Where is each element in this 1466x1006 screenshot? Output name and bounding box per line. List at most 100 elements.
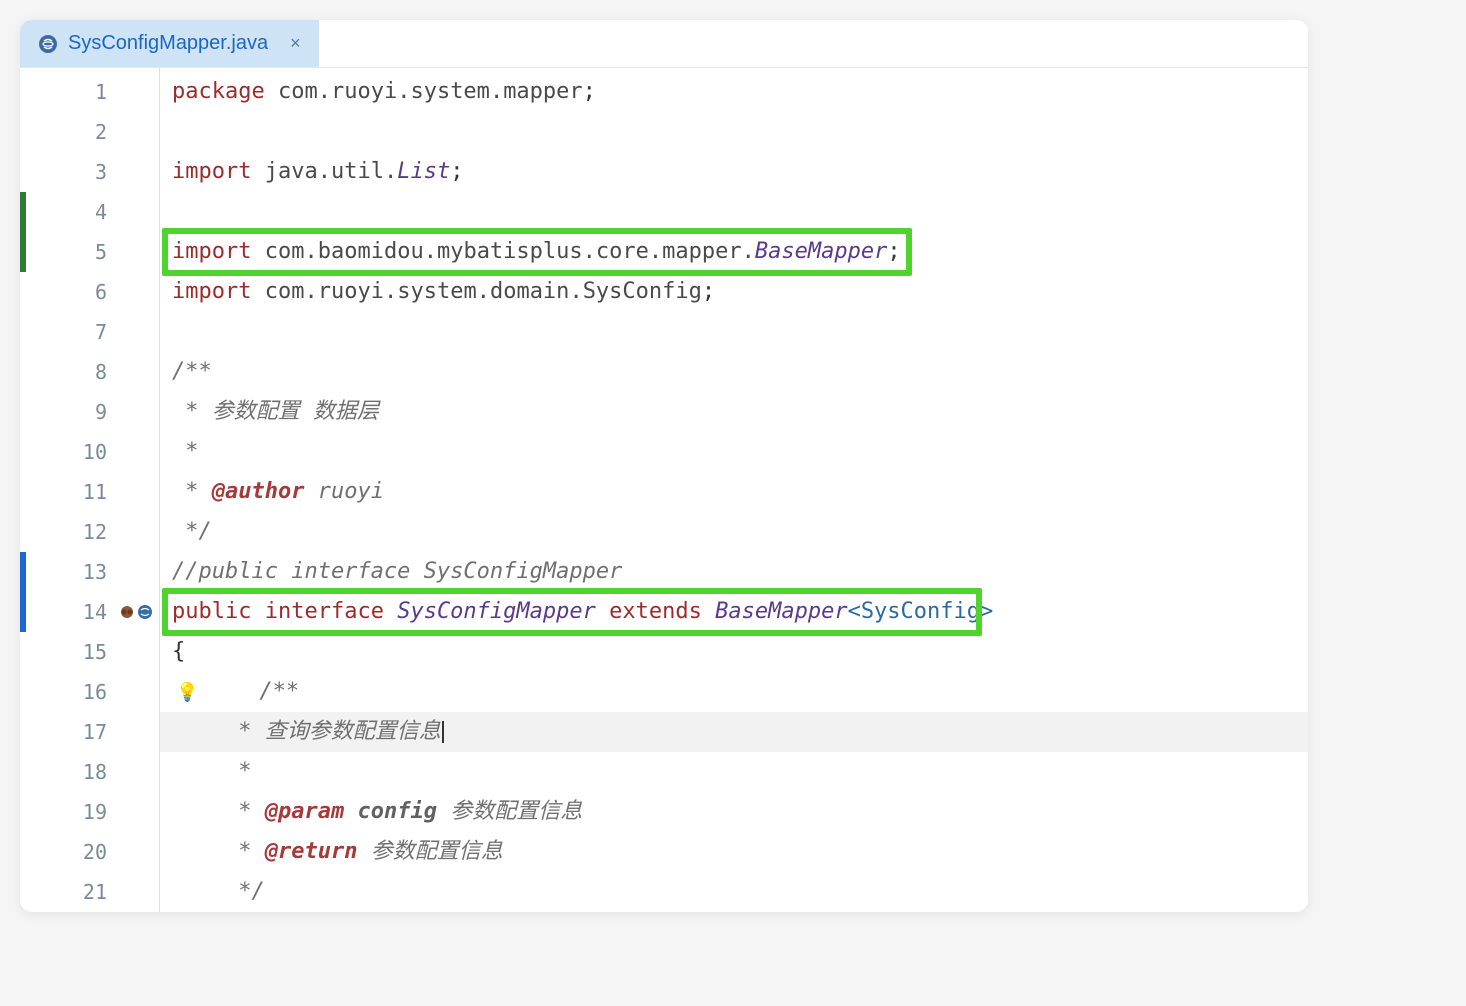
token-javadoc-val: 参数配置信息 xyxy=(450,799,582,824)
code-line[interactable]: * 参数配置 数据层 xyxy=(160,392,1308,432)
line-number: 12 xyxy=(83,520,107,544)
code-line[interactable] xyxy=(160,192,1308,232)
token-comment: */ xyxy=(172,519,212,544)
token-kw: public xyxy=(172,599,251,624)
token-end-type: List xyxy=(397,159,450,184)
gutter-line: 18 xyxy=(20,752,159,792)
gutter-line: 16 xyxy=(20,672,159,712)
token-javadoc-val: ruoyi xyxy=(318,479,384,504)
line-number: 20 xyxy=(83,840,107,864)
tab-filename: SysConfigMapper.java xyxy=(68,32,268,55)
gutter-line: 15 xyxy=(20,632,159,672)
gutter-line: 1 xyxy=(20,72,159,112)
line-number: 21 xyxy=(83,880,107,904)
code-line[interactable]: { xyxy=(160,632,1308,672)
token-kw: import xyxy=(172,159,251,184)
code-line[interactable]: * 查询参数配置信息 xyxy=(160,712,1308,752)
gutter-line: 20 xyxy=(20,832,159,872)
gutter-line: 5 xyxy=(20,232,159,272)
token-pkg-dot: . xyxy=(649,239,662,264)
line-number: 1 xyxy=(95,80,107,104)
gutter-line: 4 xyxy=(20,192,159,232)
gutter-line: 8 xyxy=(20,352,159,392)
token-pkg: ruoyi xyxy=(331,79,397,104)
token-comment: */ xyxy=(238,879,265,904)
token-pkg: com xyxy=(265,279,305,304)
change-marker xyxy=(20,192,26,232)
token-pkg: baomidou xyxy=(318,239,424,264)
editor-body: 123456789101112131415161718192021 packag… xyxy=(20,68,1308,912)
change-marker xyxy=(20,552,26,592)
code-line[interactable]: 💡 /** xyxy=(160,672,1308,712)
gutter-line: 6 xyxy=(20,272,159,312)
line-number: 17 xyxy=(83,720,107,744)
token-pkg: util xyxy=(331,159,384,184)
file-tab[interactable]: SysConfigMapper.java × xyxy=(20,20,319,67)
gutter-run-icons[interactable] xyxy=(119,604,153,620)
line-number: 15 xyxy=(83,640,107,664)
line-number: 6 xyxy=(95,280,107,304)
code-line[interactable]: import com.baomidou.mybatisplus.core.map… xyxy=(160,232,1308,272)
token-pkg: mybatisplus xyxy=(437,239,583,264)
token-semi: ; xyxy=(450,159,463,184)
token-comment: * 查询参数配置信息 xyxy=(238,719,441,744)
code-line[interactable]: * xyxy=(160,432,1308,472)
token-pkg-dot: . xyxy=(424,239,437,264)
code-line[interactable]: package com.ruoyi.system.mapper; xyxy=(160,72,1308,112)
token-brace: { xyxy=(172,639,185,664)
token-pkg: core xyxy=(596,239,649,264)
token-kw: interface xyxy=(265,599,384,624)
token-pkg: mapper xyxy=(662,239,741,264)
code-line[interactable]: import com.ruoyi.system.domain.SysConfig… xyxy=(160,272,1308,312)
token-classname: SysConfigMapper xyxy=(397,599,596,624)
line-number: 14 xyxy=(83,600,107,624)
code-line[interactable]: * @author ruoyi xyxy=(160,472,1308,512)
java-class-icon xyxy=(38,34,58,54)
code-line[interactable]: import java.util.List; xyxy=(160,152,1308,192)
gutter-line: 13 xyxy=(20,552,159,592)
line-number: 11 xyxy=(83,480,107,504)
change-marker xyxy=(20,232,26,272)
gutter: 123456789101112131415161718192021 xyxy=(20,68,160,912)
close-icon[interactable]: × xyxy=(290,33,301,54)
code-line[interactable]: //public interface SysConfigMapper xyxy=(160,552,1308,592)
token-generic-type: SysConfig xyxy=(861,599,980,624)
gutter-line: 17 xyxy=(20,712,159,752)
code-line[interactable] xyxy=(160,112,1308,152)
token-pkg: system xyxy=(397,279,476,304)
code-line[interactable]: * @param config 参数配置信息 xyxy=(160,792,1308,832)
line-number: 13 xyxy=(83,560,107,584)
gutter-line: 19 xyxy=(20,792,159,832)
token-javadoc-val-bold: config xyxy=(357,799,436,824)
line-number: 4 xyxy=(95,200,107,224)
token-comment: //public interface SysConfigMapper xyxy=(172,559,622,584)
code-line[interactable]: public interface SysConfigMapper extends… xyxy=(160,592,1308,632)
token-pkg-dot: . xyxy=(384,159,397,184)
gutter-line: 2 xyxy=(20,112,159,152)
token-pkg-dot: . xyxy=(318,159,331,184)
code-line[interactable]: /** xyxy=(160,352,1308,392)
token-comment: * 参数配置 数据层 xyxy=(172,399,379,424)
line-number: 19 xyxy=(83,800,107,824)
line-number: 16 xyxy=(83,680,107,704)
token-comment: * xyxy=(172,479,212,504)
code-line[interactable]: */ xyxy=(160,512,1308,552)
code-area[interactable]: package com.ruoyi.system.mapper; import j… xyxy=(160,68,1308,912)
code-line[interactable]: * xyxy=(160,752,1308,792)
token-pkg-dot: . xyxy=(477,279,490,304)
code-line[interactable]: */ xyxy=(160,872,1308,912)
token-classname: BaseMapper xyxy=(715,599,847,624)
token-pkg-dot: . xyxy=(397,79,410,104)
token-pkg: com xyxy=(278,79,318,104)
token-pkg-dot: . xyxy=(742,239,755,264)
line-number: 3 xyxy=(95,160,107,184)
code-line[interactable]: * @return 参数配置信息 xyxy=(160,832,1308,872)
line-number: 5 xyxy=(95,240,107,264)
lightbulb-icon[interactable]: 💡 xyxy=(176,673,198,713)
text-caret xyxy=(442,721,444,743)
code-line[interactable] xyxy=(160,312,1308,352)
token-comment: * xyxy=(172,439,199,464)
token-comment: /** xyxy=(172,359,212,384)
token-pkg: domain xyxy=(490,279,569,304)
token-semi: ; xyxy=(583,79,596,104)
